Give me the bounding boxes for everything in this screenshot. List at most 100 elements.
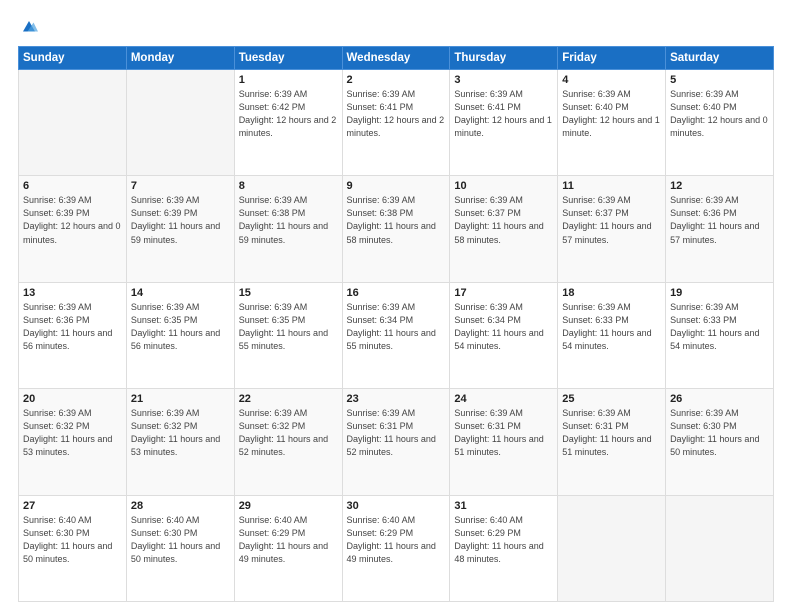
calendar-cell: 2Sunrise: 6:39 AMSunset: 6:41 PMDaylight… <box>342 70 450 176</box>
day-info: Sunrise: 6:39 AMSunset: 6:33 PMDaylight:… <box>562 301 661 353</box>
calendar-cell: 4 Sunrise: 6:39 AMSunset: 6:40 PMDaylight… <box>558 70 666 176</box>
day-info: Sunrise: 6:39 AMSunset: 6:40 PMDaylight:… <box>562 88 661 140</box>
day-info: Sunrise: 6:40 AMSunset: 6:29 PMDaylight:… <box>454 514 553 566</box>
day-header-tuesday: Tuesday <box>234 47 342 70</box>
calendar-cell: 29Sunrise: 6:40 AMSunset: 6:29 PMDayligh… <box>234 495 342 601</box>
calendar-cell: 27 Sunrise: 6:40 AMSunset: 6:30 PMDayligh… <box>19 495 127 601</box>
day-header-thursday: Thursday <box>450 47 558 70</box>
calendar-cell: 19 Sunrise: 6:39 AMSunset: 6:33 PMDayligh… <box>666 282 774 388</box>
day-info: Sunrise: 6:40 AMSunset: 6:29 PMDaylight:… <box>347 514 446 566</box>
calendar-cell <box>126 70 234 176</box>
day-number: 13 <box>23 287 122 299</box>
calendar-week-row: 27 Sunrise: 6:40 AMSunset: 6:30 PMDayligh… <box>19 495 774 601</box>
day-info: Sunrise: 6:39 AMSunset: 6:37 PMDaylight:… <box>454 194 553 246</box>
calendar-cell: 21Sunrise: 6:39 AMSunset: 6:32 PMDayligh… <box>126 389 234 495</box>
day-info: Sunrise: 6:39 AMSunset: 6:37 PMDaylight:… <box>562 194 661 246</box>
day-number: 25 <box>562 393 661 405</box>
day-number: 19 <box>670 287 769 299</box>
day-number: 29 <box>239 500 338 512</box>
day-info: Sunrise: 6:39 AMSunset: 6:32 PMDaylight:… <box>239 407 338 459</box>
day-number: 3 <box>454 74 553 86</box>
day-info: Sunrise: 6:39 AMSunset: 6:41 PMDaylight:… <box>454 88 553 140</box>
calendar-cell <box>558 495 666 601</box>
day-number: 15 <box>239 287 338 299</box>
calendar-cell: 11 Sunrise: 6:39 AMSunset: 6:37 PMDayligh… <box>558 176 666 282</box>
day-info: Sunrise: 6:39 AMSunset: 6:39 PMDaylight:… <box>23 194 122 246</box>
day-info: Sunrise: 6:39 AMSunset: 6:33 PMDaylight:… <box>670 301 769 353</box>
day-number: 7 <box>131 180 230 192</box>
calendar-cell: 7Sunrise: 6:39 AMSunset: 6:39 PMDaylight… <box>126 176 234 282</box>
day-number: 10 <box>454 180 553 192</box>
calendar-cell <box>666 495 774 601</box>
day-number: 5 <box>670 74 769 86</box>
day-number: 1 <box>239 74 338 86</box>
calendar-cell: 30 Sunrise: 6:40 AMSunset: 6:29 PMDayligh… <box>342 495 450 601</box>
day-info: Sunrise: 6:39 AMSunset: 6:32 PMDaylight:… <box>23 407 122 459</box>
calendar-cell: 6 Sunrise: 6:39 AMSunset: 6:39 PMDaylight… <box>19 176 127 282</box>
day-number: 31 <box>454 500 553 512</box>
day-info: Sunrise: 6:40 AMSunset: 6:30 PMDaylight:… <box>23 514 122 566</box>
calendar-cell: 26Sunrise: 6:39 AMSunset: 6:30 PMDayligh… <box>666 389 774 495</box>
day-info: Sunrise: 6:39 AMSunset: 6:38 PMDaylight:… <box>239 194 338 246</box>
day-info: Sunrise: 6:39 AMSunset: 6:32 PMDaylight:… <box>131 407 230 459</box>
day-number: 30 <box>347 500 446 512</box>
calendar-cell: 25 Sunrise: 6:39 AMSunset: 6:31 PMDayligh… <box>558 389 666 495</box>
day-info: Sunrise: 6:39 AMSunset: 6:38 PMDaylight:… <box>347 194 446 246</box>
day-number: 2 <box>347 74 446 86</box>
day-number: 11 <box>562 180 661 192</box>
day-info: Sunrise: 6:39 AMSunset: 6:35 PMDaylight:… <box>131 301 230 353</box>
calendar-week-row: 6 Sunrise: 6:39 AMSunset: 6:39 PMDaylight… <box>19 176 774 282</box>
day-number: 4 <box>562 74 661 86</box>
header <box>18 18 774 36</box>
day-info: Sunrise: 6:39 AMSunset: 6:31 PMDaylight:… <box>562 407 661 459</box>
day-header-monday: Monday <box>126 47 234 70</box>
calendar-cell: 23 Sunrise: 6:39 AMSunset: 6:31 PMDayligh… <box>342 389 450 495</box>
calendar-cell: 12Sunrise: 6:39 AMSunset: 6:36 PMDayligh… <box>666 176 774 282</box>
day-info: Sunrise: 6:39 AMSunset: 6:31 PMDaylight:… <box>347 407 446 459</box>
calendar-week-row: 1 Sunrise: 6:39 AMSunset: 6:42 PMDaylight… <box>19 70 774 176</box>
calendar-week-row: 20Sunrise: 6:39 AMSunset: 6:32 PMDayligh… <box>19 389 774 495</box>
calendar-cell: 17Sunrise: 6:39 AMSunset: 6:34 PMDayligh… <box>450 282 558 388</box>
calendar-cell: 24 Sunrise: 6:39 AMSunset: 6:31 PMDayligh… <box>450 389 558 495</box>
calendar-cell: 18 Sunrise: 6:39 AMSunset: 6:33 PMDayligh… <box>558 282 666 388</box>
day-number: 24 <box>454 393 553 405</box>
calendar-cell: 9 Sunrise: 6:39 AMSunset: 6:38 PMDaylight… <box>342 176 450 282</box>
calendar-week-row: 13 Sunrise: 6:39 AMSunset: 6:36 PMDayligh… <box>19 282 774 388</box>
day-info: Sunrise: 6:39 AMSunset: 6:42 PMDaylight:… <box>239 88 338 140</box>
calendar-cell: 1 Sunrise: 6:39 AMSunset: 6:42 PMDaylight… <box>234 70 342 176</box>
day-header-saturday: Saturday <box>666 47 774 70</box>
day-info: Sunrise: 6:39 AMSunset: 6:34 PMDaylight:… <box>347 301 446 353</box>
day-header-friday: Friday <box>558 47 666 70</box>
day-info: Sunrise: 6:40 AMSunset: 6:30 PMDaylight:… <box>131 514 230 566</box>
day-number: 27 <box>23 500 122 512</box>
day-number: 22 <box>239 393 338 405</box>
calendar-cell: 13 Sunrise: 6:39 AMSunset: 6:36 PMDayligh… <box>19 282 127 388</box>
calendar-cell: 22 Sunrise: 6:39 AMSunset: 6:32 PMDayligh… <box>234 389 342 495</box>
calendar-page: SundayMondayTuesdayWednesdayThursdayFrid… <box>0 0 792 612</box>
calendar-cell: 8Sunrise: 6:39 AMSunset: 6:38 PMDaylight… <box>234 176 342 282</box>
day-number: 6 <box>23 180 122 192</box>
day-header-sunday: Sunday <box>19 47 127 70</box>
day-info: Sunrise: 6:39 AMSunset: 6:30 PMDaylight:… <box>670 407 769 459</box>
day-number: 18 <box>562 287 661 299</box>
day-number: 14 <box>131 287 230 299</box>
day-info: Sunrise: 6:39 AMSunset: 6:36 PMDaylight:… <box>670 194 769 246</box>
day-number: 9 <box>347 180 446 192</box>
day-info: Sunrise: 6:39 AMSunset: 6:34 PMDaylight:… <box>454 301 553 353</box>
calendar-cell: 20Sunrise: 6:39 AMSunset: 6:32 PMDayligh… <box>19 389 127 495</box>
calendar-cell <box>19 70 127 176</box>
calendar-cell: 10 Sunrise: 6:39 AMSunset: 6:37 PMDayligh… <box>450 176 558 282</box>
calendar-cell: 5 Sunrise: 6:39 AMSunset: 6:40 PMDaylight… <box>666 70 774 176</box>
day-number: 28 <box>131 500 230 512</box>
day-info: Sunrise: 6:39 AMSunset: 6:31 PMDaylight:… <box>454 407 553 459</box>
calendar-cell: 3 Sunrise: 6:39 AMSunset: 6:41 PMDaylight… <box>450 70 558 176</box>
day-info: Sunrise: 6:39 AMSunset: 6:36 PMDaylight:… <box>23 301 122 353</box>
day-number: 23 <box>347 393 446 405</box>
day-header-wednesday: Wednesday <box>342 47 450 70</box>
calendar-cell: 28 Sunrise: 6:40 AMSunset: 6:30 PMDayligh… <box>126 495 234 601</box>
calendar-cell: 31 Sunrise: 6:40 AMSunset: 6:29 PMDayligh… <box>450 495 558 601</box>
day-number: 16 <box>347 287 446 299</box>
calendar-table: SundayMondayTuesdayWednesdayThursdayFrid… <box>18 46 774 602</box>
day-info: Sunrise: 6:39 AMSunset: 6:40 PMDaylight:… <box>670 88 769 140</box>
day-info: Sunrise: 6:39 AMSunset: 6:35 PMDaylight:… <box>239 301 338 353</box>
